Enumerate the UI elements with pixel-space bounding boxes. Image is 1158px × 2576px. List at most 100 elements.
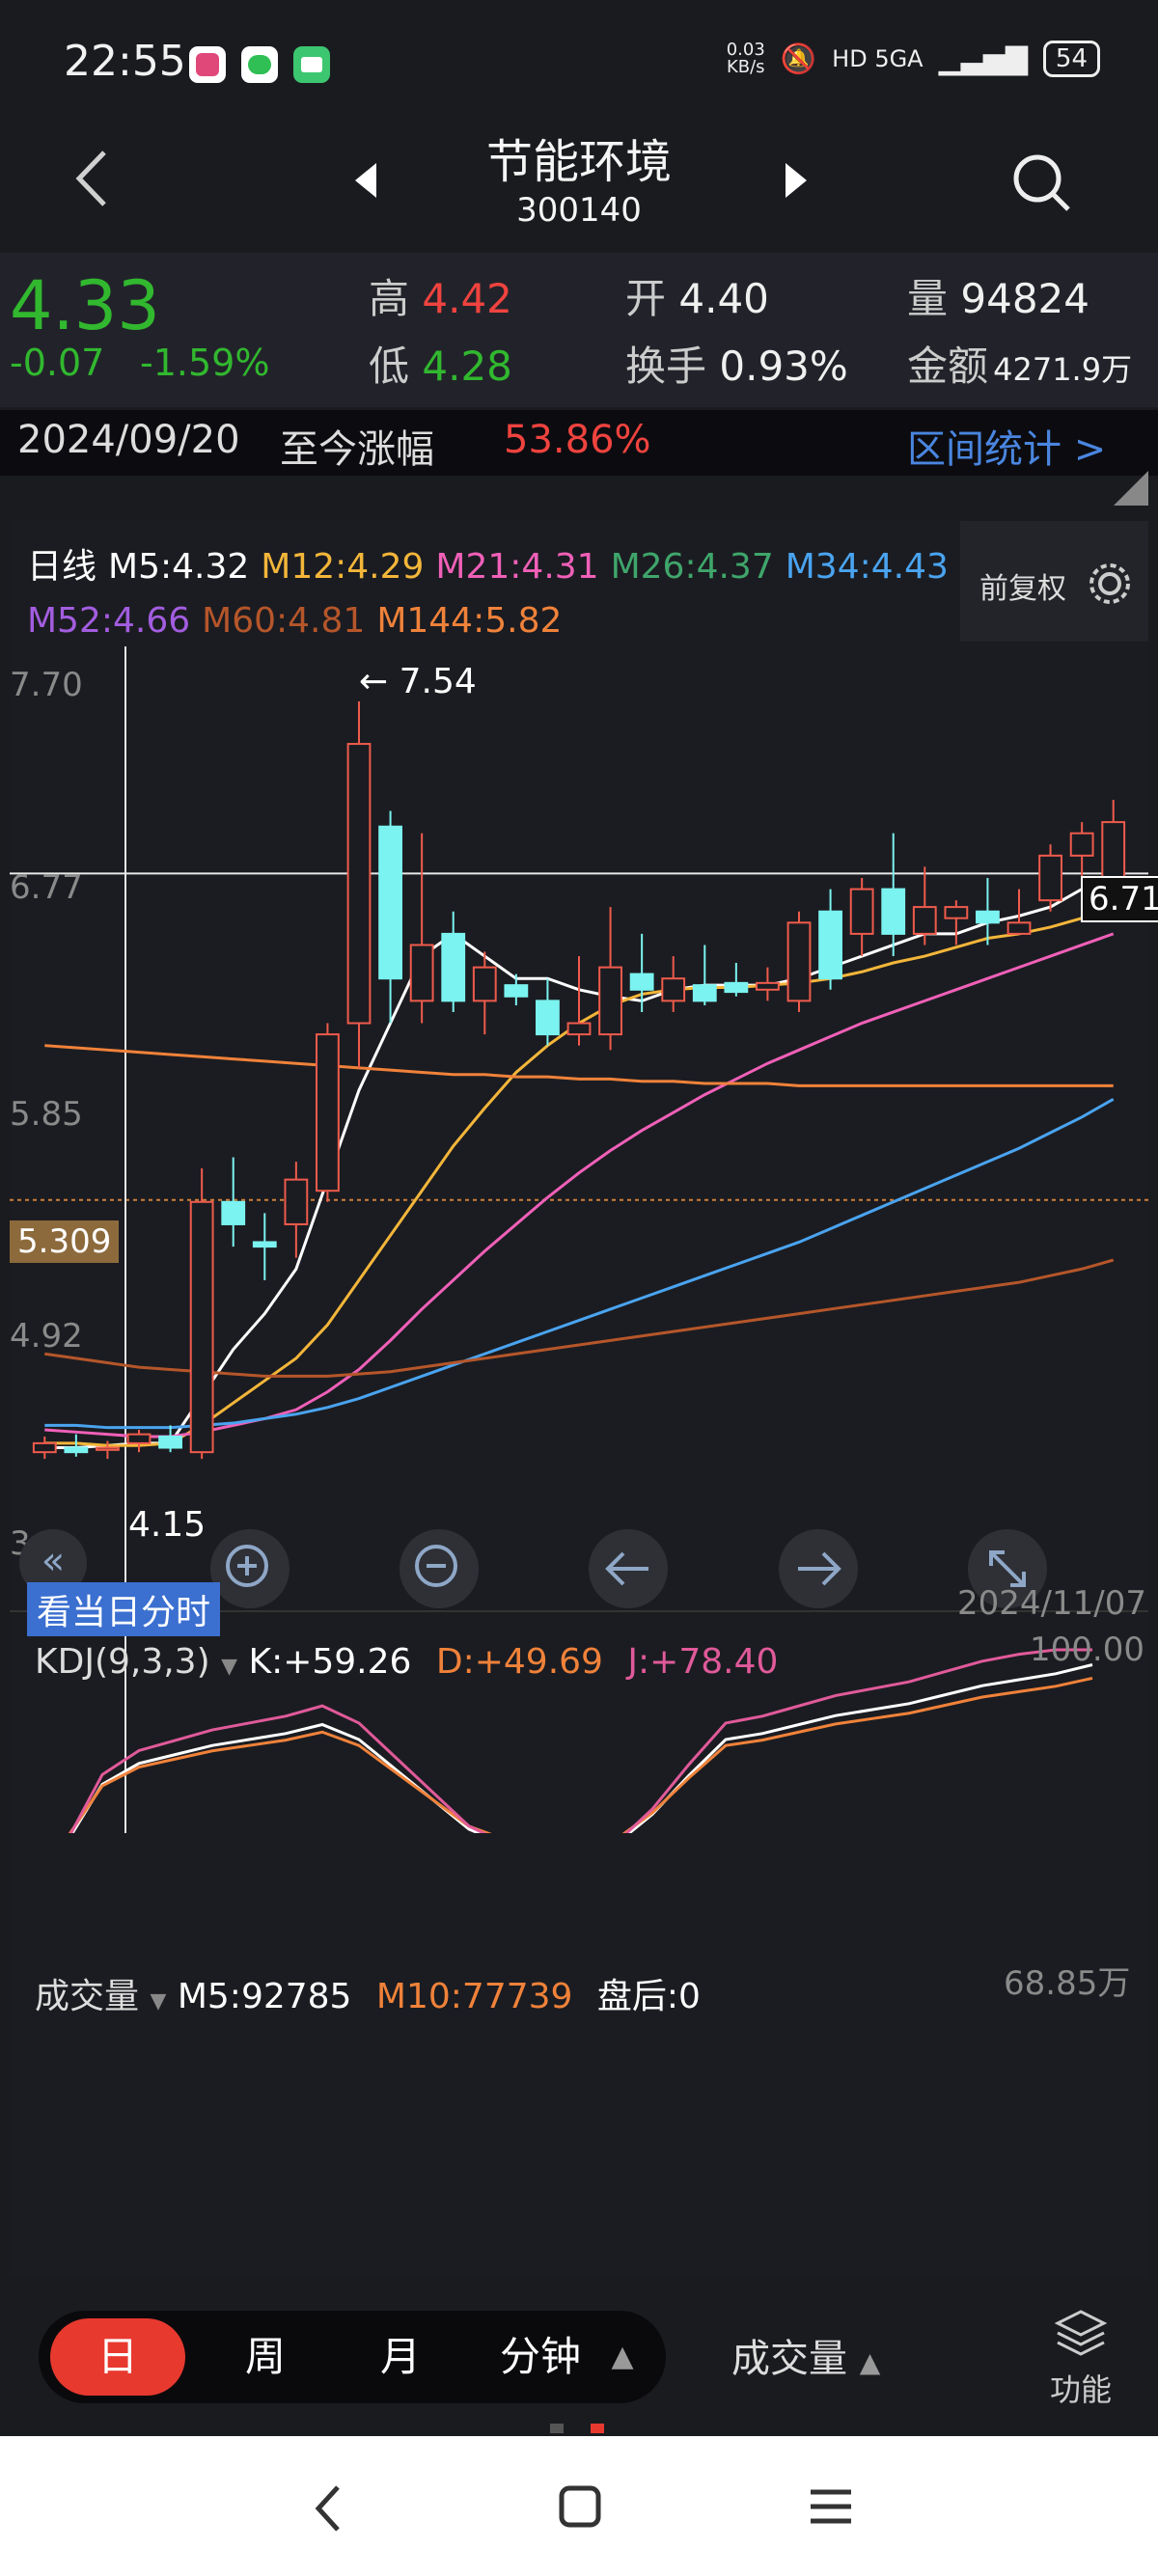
candle-body — [158, 1435, 182, 1449]
candle-body — [189, 1200, 214, 1454]
nav-back-icon[interactable] — [309, 2480, 347, 2537]
turnover-value: 0.93% — [719, 343, 848, 390]
volume-after: 盘后:0 — [596, 1977, 701, 2016]
kdj-top: 100.00 — [1030, 1631, 1144, 1669]
range-value: 53.86% — [504, 418, 651, 462]
volume-top: 68.85万 — [1004, 1964, 1131, 2003]
range-stat-bar: 2024/09/20 至今涨幅 53.86% 区间统计 > — [0, 410, 1158, 476]
volume-name[interactable]: 成交量 — [35, 1977, 139, 2016]
candle-body — [944, 906, 969, 919]
tab-month[interactable]: 月 — [347, 2311, 454, 2403]
ma-m52: M52:4.66 — [27, 601, 191, 641]
app-notification-icon — [189, 46, 226, 83]
candle-body — [221, 1200, 246, 1225]
zoom-in-icon — [226, 1545, 268, 1587]
candle-body — [316, 1033, 340, 1192]
range-stats-link[interactable]: 区间统计 > — [907, 418, 1106, 474]
nav-menu-icon[interactable] — [809, 2484, 853, 2529]
candle-body — [976, 910, 1000, 924]
axis-label-2: 6.77 — [10, 868, 83, 907]
dropdown-icon: ▼ — [221, 1655, 238, 1679]
candle-body — [818, 910, 842, 980]
low-marker: 4.15 — [128, 1505, 207, 1545]
ma-m144: M144:5.82 — [376, 601, 563, 641]
quote-panel: 4.33 -0.07 -1.59% 高 4.42 低 4.28 开 4.40 换… — [0, 253, 1158, 407]
candle-body — [756, 981, 780, 991]
triangle-up-icon[interactable]: ▲ — [598, 2311, 647, 2403]
adjust-button[interactable]: 前复权 — [960, 521, 1148, 642]
current-price-tag: 6.71 — [1081, 876, 1158, 922]
indicator-dot-active — [591, 2424, 604, 2433]
range-start-date: 2024/09/20 — [17, 418, 240, 462]
kdj-k-line — [70, 1663, 1093, 1833]
indicator-label: 成交量 — [731, 2337, 847, 2381]
system-nav-bar — [0, 2436, 1158, 2576]
candle-body — [566, 1022, 592, 1036]
candle-body — [409, 944, 434, 1002]
ma-m26: M26:4.37 — [610, 547, 774, 587]
kdj-j: J:+78.40 — [627, 1642, 779, 1682]
zoom-out-button[interactable] — [400, 1529, 479, 1608]
volume-value: 94824 — [960, 275, 1089, 322]
nav-home-icon[interactable] — [558, 2484, 602, 2529]
scroll-left-button[interactable] — [589, 1529, 668, 1608]
candle-body — [881, 888, 906, 935]
candle-body — [661, 977, 686, 1002]
triangle-up-icon: ▲ — [859, 2346, 881, 2378]
candle-body — [378, 825, 402, 980]
candle-body — [629, 973, 654, 991]
stock-name: 节能环境 — [485, 135, 672, 189]
signal-label: HD 5GA — [832, 45, 924, 72]
gear-icon — [1089, 563, 1130, 604]
candle-body — [598, 966, 622, 1036]
last-price: 4.33 — [10, 266, 160, 345]
tab-week[interactable]: 周 — [212, 2311, 318, 2403]
double-left-icon: « — [41, 1539, 66, 1583]
kdj-k: K:+59.26 — [248, 1642, 412, 1682]
message-icon — [293, 46, 330, 83]
kdj-name[interactable]: KDJ(9,3,3) — [35, 1642, 210, 1682]
battery-icon: 54 — [1042, 41, 1100, 77]
candle-body — [504, 984, 529, 998]
tab-minute[interactable]: 分钟 — [482, 2311, 598, 2403]
volume-label: 量 — [907, 275, 949, 322]
next-stock-button[interactable] — [780, 159, 814, 202]
kline-chart-area[interactable]: 日线 M5:4.32 M12:4.29 M21:4.31 M26:4.37 M34:4.4… — [10, 521, 1158, 2277]
kdj-d: D:+49.69 — [435, 1642, 603, 1682]
volume-m5: M5:92785 — [177, 1977, 352, 2016]
candle-body — [1038, 854, 1062, 902]
ma-m60: M60:4.81 — [202, 601, 366, 641]
see-intraday-button[interactable]: 看当日分时 — [27, 1582, 221, 1636]
high-marker: ← 7.54 — [359, 662, 477, 701]
function-button[interactable]: 功能 — [1042, 2304, 1119, 2410]
arrow-left-icon — [605, 1551, 648, 1586]
zoom-in-button[interactable] — [210, 1529, 290, 1608]
ma-m34: M34:4.43 — [785, 547, 949, 587]
indicator-dot — [550, 2424, 564, 2433]
open-value: 4.40 — [678, 275, 769, 322]
axis-label-3: 5.85 — [10, 1095, 83, 1134]
candle-body — [472, 966, 497, 1002]
candle-body — [64, 1446, 89, 1454]
ma-legend: 日线 M5:4.32 M12:4.29 M21:4.31 M26:4.37 M34:4.4… — [27, 540, 973, 648]
triangle-right-icon — [786, 163, 807, 198]
search-icon — [1013, 154, 1070, 211]
high-label: 高 — [369, 275, 410, 322]
net-speed: 0.03 KB/s — [726, 40, 765, 77]
scroll-right-button[interactable] — [779, 1529, 858, 1608]
function-label: 功能 — [1049, 2371, 1112, 2408]
status-icons: 0.03 KB/s 🔕 HD 5GA ▁▃▅▇ 54 — [727, 41, 1100, 77]
volume-legend: 成交量 ▼ M5:92785 M10:77739 盘后:0 — [35, 1968, 701, 2018]
kdj-d-line — [68, 1676, 1093, 1833]
status-bar: 22:55 0.03 KB/s 🔕 HD 5GA ▁▃▅▇ 54 — [0, 0, 1158, 125]
layers-icon — [1054, 2310, 1108, 2356]
open-label: 开 — [625, 275, 667, 322]
tab-day[interactable]: 日 — [50, 2318, 185, 2396]
candle-body — [912, 906, 937, 935]
mute-icon: 🔕 — [780, 41, 817, 76]
search-button[interactable] — [1008, 150, 1076, 217]
candle-body — [32, 1441, 57, 1454]
crosshair-price-tag: 5.309 — [10, 1220, 120, 1263]
range-label: 至今涨幅 — [280, 427, 434, 472]
indicator-selector[interactable]: 成交量 ▲ — [731, 2327, 880, 2383]
